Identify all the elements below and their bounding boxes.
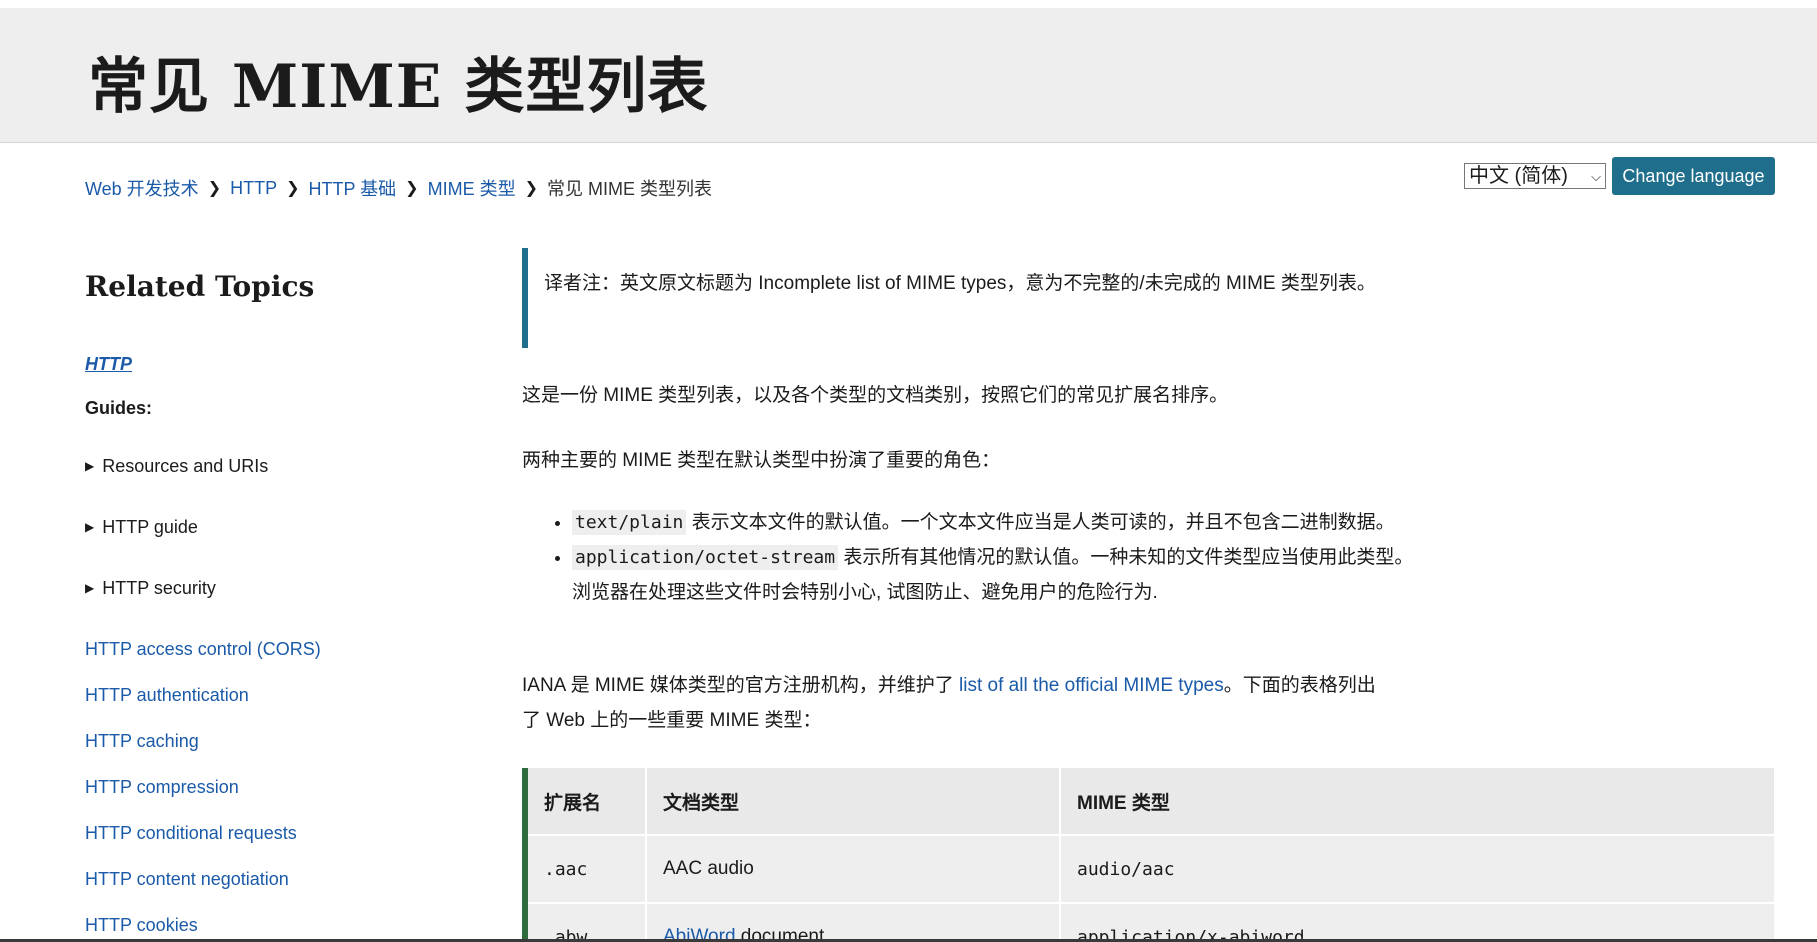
- header-extension: 扩展名: [528, 768, 647, 836]
- sidebar-guides-label: Guides:: [85, 398, 153, 418]
- sidebar-link-cors[interactable]: HTTP access control (CORS): [85, 639, 321, 660]
- sidebar-section-label: HTTP security: [102, 578, 216, 598]
- sidebar-link-http[interactable]: HTTP: [85, 354, 132, 375]
- intro-paragraph: 这是一份 MIME 类型列表，以及各个类型的文档类别，按照它们的常见扩展名排序。: [522, 385, 1229, 406]
- sidebar-section-label: Resources and URIs: [102, 456, 269, 476]
- translator-note: 译者注：英文原文标题为 Incomplete list of MIME type…: [522, 248, 1382, 348]
- list-item-text: 表示文本文件的默认值。一个文本文件应当是人类可读的，并且不包含二进制数据。: [686, 512, 1395, 533]
- breadcrumb: Web 开发技术 ❯ HTTP ❯ HTTP 基础 ❯ MIME 类型 ❯ 常见…: [85, 175, 712, 201]
- translator-note-text: 译者注：英文原文标题为 Incomplete list of MIME type…: [544, 273, 1376, 294]
- iana-paragraph: IANA 是 MIME 媒体类型的官方注册机构，并维护了 list of all…: [522, 668, 1382, 738]
- code-octet-stream: application/octet-stream: [572, 545, 839, 570]
- language-select[interactable]: 中文 (简体) ⌵: [1464, 163, 1606, 189]
- sidebar-link-compression[interactable]: HTTP compression: [85, 777, 239, 798]
- mime-types-table: 扩展名 文档类型 MIME 类型 .aac AAC audio audio/aa…: [522, 768, 1782, 942]
- chevron-right-icon: ❯: [207, 180, 222, 197]
- default-types-list: text/plain 表示文本文件的默认值。一个文本文件应当是人类可读的，并且不…: [522, 505, 1432, 610]
- table-row: .abw AbiWord document application/x-abiw…: [528, 903, 1776, 942]
- triangle-right-icon: ▶: [85, 581, 95, 595]
- cell-mime-type: audio/aac: [1060, 835, 1776, 904]
- sidebar-link-content-negotiation[interactable]: HTTP content negotiation: [85, 869, 289, 890]
- chevron-right-icon: ❯: [286, 180, 300, 197]
- chevron-down-icon: ⌵: [1591, 169, 1601, 184]
- chevron-right-icon: ❯: [524, 180, 538, 197]
- cell-mime-type: application/x-abiword: [1060, 903, 1776, 942]
- breadcrumb-item-web-tech[interactable]: Web 开发技术: [85, 175, 199, 201]
- header-document-type: 文档类型: [646, 768, 1061, 836]
- triangle-right-icon: ▶: [85, 459, 95, 473]
- page-header: 常见 MIME 类型列表: [0, 8, 1817, 143]
- cell-extension: .abw: [528, 903, 647, 942]
- table-row: .aac AAC audio audio/aac: [528, 835, 1776, 904]
- header-mime-type: MIME 类型: [1060, 768, 1776, 836]
- change-language-button[interactable]: Change language: [1612, 157, 1775, 195]
- chevron-right-icon: ❯: [405, 180, 419, 197]
- official-mime-types-link[interactable]: list of all the official MIME types: [959, 675, 1224, 696]
- breadcrumb-item-mime-types[interactable]: MIME 类型: [428, 175, 516, 201]
- sidebar-link-conditional-requests[interactable]: HTTP conditional requests: [85, 823, 297, 844]
- sidebar-section-label: HTTP guide: [102, 517, 198, 537]
- code-text-plain: text/plain: [572, 510, 687, 535]
- page-title: 常见 MIME 类型列表: [88, 52, 709, 122]
- table-header-row: 扩展名 文档类型 MIME 类型: [528, 768, 1776, 836]
- breadcrumb-item-http-basics[interactable]: HTTP 基础: [309, 175, 397, 201]
- iana-text-before: IANA 是 MIME 媒体类型的官方注册机构，并维护了: [522, 675, 960, 696]
- sidebar-section-resources[interactable]: ▶ Resources and URIs: [85, 456, 268, 477]
- sidebar-link-caching[interactable]: HTTP caching: [85, 731, 199, 752]
- sidebar-link-cookies[interactable]: HTTP cookies: [85, 915, 198, 936]
- cell-extension: .aac: [528, 835, 647, 904]
- sidebar-section-http-security[interactable]: ▶ HTTP security: [85, 578, 216, 599]
- sidebar-link-authentication[interactable]: HTTP authentication: [85, 685, 249, 706]
- list-item: text/plain 表示文本文件的默认值。一个文本文件应当是人类可读的，并且不…: [572, 505, 1432, 540]
- triangle-right-icon: ▶: [85, 520, 95, 534]
- cell-document-type: AbiWord document: [646, 903, 1061, 942]
- sidebar-section-http-guide[interactable]: ▶ HTTP guide: [85, 517, 198, 538]
- two-main-types-paragraph: 两种主要的 MIME 类型在默认类型中扮演了重要的角色：: [522, 450, 1001, 471]
- breadcrumb-item-http[interactable]: HTTP: [230, 178, 277, 199]
- breadcrumb-current: 常见 MIME 类型列表: [546, 179, 712, 199]
- language-select-value: 中文 (简体): [1469, 165, 1568, 187]
- sidebar-title: Related Topics: [85, 270, 315, 303]
- sidebar: Related Topics HTTP Guides: ▶ Resources a…: [85, 270, 505, 935]
- list-item: application/octet-stream 表示所有其他情况的默认值。一种…: [572, 540, 1432, 610]
- cell-document-type: AAC audio: [646, 835, 1061, 904]
